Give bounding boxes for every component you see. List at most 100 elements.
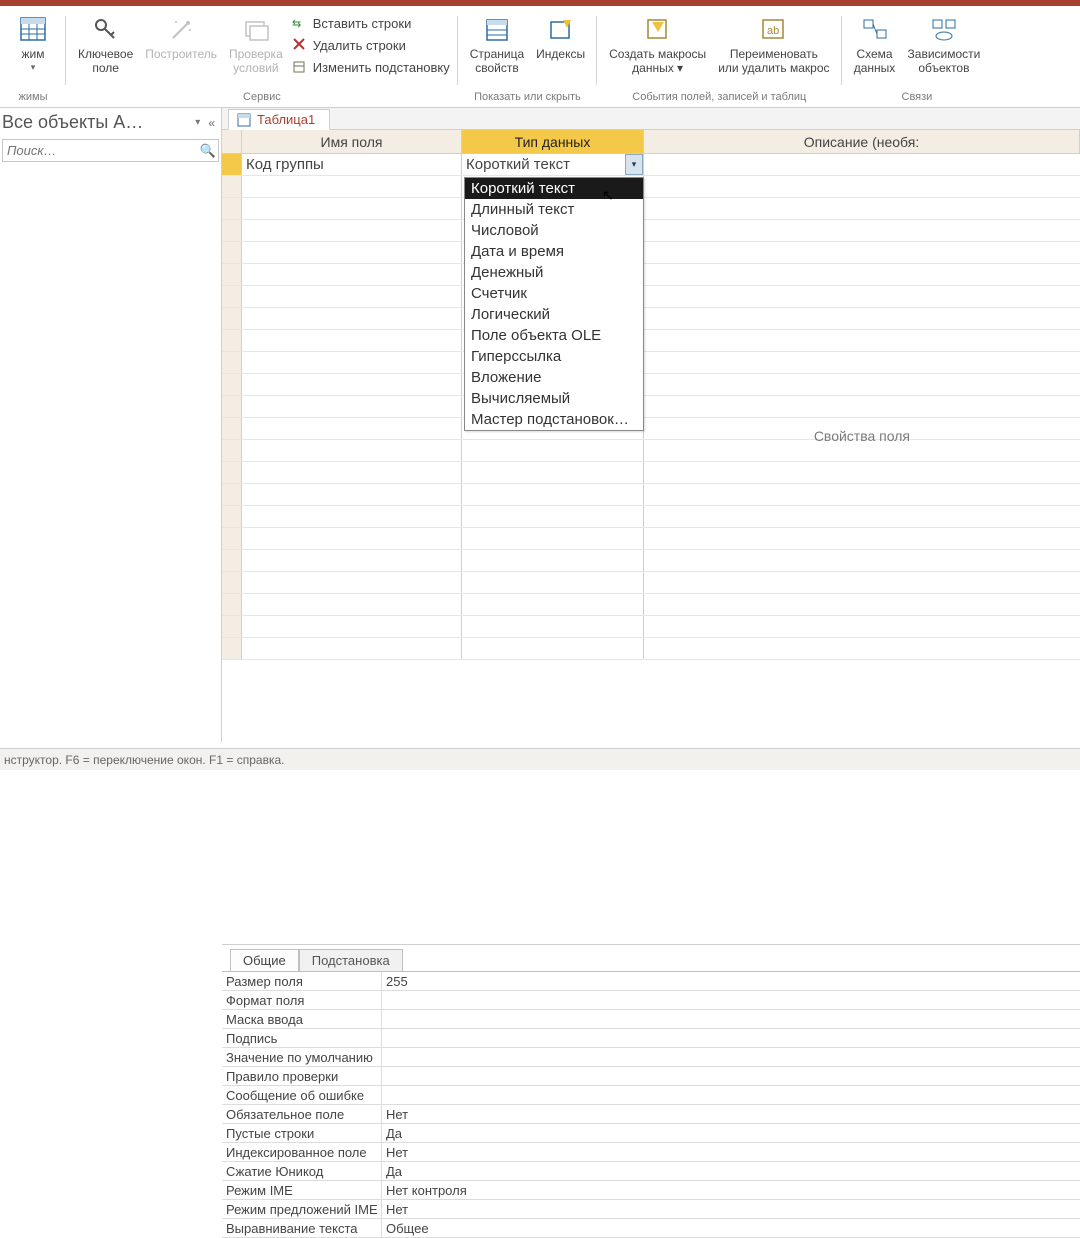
nav-pane-title[interactable]: Все объекты А… bbox=[2, 112, 191, 133]
datatype-dropdown[interactable]: Короткий текстДлинный текстЧисловойДата … bbox=[464, 177, 644, 431]
datatype-option[interactable]: Поле объекта OLE bbox=[465, 325, 643, 346]
col-header-desc[interactable]: Описание (необя: bbox=[644, 130, 1080, 154]
field-name-cell[interactable] bbox=[242, 484, 462, 505]
property-value[interactable]: 255 bbox=[382, 972, 1080, 990]
field-name-cell[interactable] bbox=[242, 374, 462, 395]
property-value[interactable]: Нет bbox=[382, 1105, 1080, 1123]
datatype-option[interactable]: Мастер подстановок… bbox=[465, 409, 643, 430]
field-row-empty[interactable] bbox=[222, 638, 1080, 660]
property-value[interactable] bbox=[382, 1048, 1080, 1066]
row-selector[interactable] bbox=[222, 484, 242, 505]
field-name-cell[interactable] bbox=[242, 528, 462, 549]
row-selector[interactable] bbox=[222, 528, 242, 549]
property-value[interactable]: Общее bbox=[382, 1219, 1080, 1237]
field-desc-cell[interactable] bbox=[644, 374, 1080, 395]
field-name-cell[interactable] bbox=[242, 572, 462, 593]
row-selector[interactable] bbox=[222, 506, 242, 527]
field-row-empty[interactable] bbox=[222, 308, 1080, 330]
rename-delete-macro-button[interactable]: ab Переименовать или удалить макрос bbox=[714, 12, 833, 78]
row-selector[interactable] bbox=[222, 374, 242, 395]
insert-rows-button[interactable]: ⇆Вставить строки bbox=[291, 14, 450, 32]
field-name-cell[interactable] bbox=[242, 440, 462, 461]
property-value[interactable] bbox=[382, 1010, 1080, 1028]
field-name-cell[interactable] bbox=[242, 352, 462, 373]
field-type-cell[interactable] bbox=[462, 484, 644, 505]
field-name-cell[interactable] bbox=[242, 550, 462, 571]
row-selector[interactable] bbox=[222, 550, 242, 571]
field-row-empty[interactable] bbox=[222, 198, 1080, 220]
property-row[interactable]: Выравнивание текстаОбщее bbox=[222, 1219, 1080, 1238]
modify-lookups-button[interactable]: Изменить подстановку bbox=[291, 58, 450, 76]
property-value[interactable] bbox=[382, 1029, 1080, 1047]
field-name-cell[interactable]: Код группы bbox=[242, 154, 462, 175]
field-type-cell[interactable]: Короткий текст▾ bbox=[462, 154, 644, 175]
type-dropdown-arrow[interactable]: ▾ bbox=[625, 154, 643, 175]
field-type-cell[interactable] bbox=[462, 616, 644, 637]
row-selector-header[interactable] bbox=[222, 130, 242, 154]
field-name-cell[interactable] bbox=[242, 594, 462, 615]
datatype-option[interactable]: Счетчик bbox=[465, 283, 643, 304]
tab-general[interactable]: Общие bbox=[230, 949, 299, 971]
field-desc-cell[interactable] bbox=[644, 462, 1080, 483]
row-selector[interactable] bbox=[222, 198, 242, 219]
field-row-empty[interactable] bbox=[222, 484, 1080, 506]
property-row[interactable]: Обязательное полеНет bbox=[222, 1105, 1080, 1124]
row-selector[interactable] bbox=[222, 572, 242, 593]
tab-lookup[interactable]: Подстановка bbox=[299, 949, 403, 971]
indexes-button[interactable]: Индексы bbox=[532, 12, 589, 78]
create-data-macros-button[interactable]: Создать макросы данных ▾ bbox=[605, 12, 710, 78]
field-row-empty[interactable] bbox=[222, 440, 1080, 462]
row-selector[interactable] bbox=[222, 616, 242, 637]
property-value[interactable]: Да bbox=[382, 1162, 1080, 1180]
row-selector[interactable] bbox=[222, 418, 242, 439]
delete-rows-button[interactable]: Удалить строки bbox=[291, 36, 450, 54]
col-header-type[interactable]: Тип данных bbox=[462, 130, 644, 154]
field-name-cell[interactable] bbox=[242, 638, 462, 659]
row-selector[interactable] bbox=[222, 462, 242, 483]
field-name-cell[interactable] bbox=[242, 418, 462, 439]
field-desc-cell[interactable] bbox=[644, 550, 1080, 571]
row-selector[interactable] bbox=[222, 154, 242, 175]
row-selector[interactable] bbox=[222, 220, 242, 241]
field-row-empty[interactable] bbox=[222, 572, 1080, 594]
property-row[interactable]: Пустые строкиДа bbox=[222, 1124, 1080, 1143]
field-name-cell[interactable] bbox=[242, 396, 462, 417]
datatype-option[interactable]: Логический bbox=[465, 304, 643, 325]
field-row-empty[interactable] bbox=[222, 242, 1080, 264]
property-value[interactable]: Нет bbox=[382, 1200, 1080, 1218]
row-selector[interactable] bbox=[222, 242, 242, 263]
property-row[interactable]: Сообщение об ошибке bbox=[222, 1086, 1080, 1105]
field-type-cell[interactable] bbox=[462, 462, 644, 483]
datatype-option[interactable]: Вычисляемый bbox=[465, 388, 643, 409]
field-row-empty[interactable] bbox=[222, 506, 1080, 528]
view-mode-button[interactable]: жим bbox=[8, 12, 58, 75]
property-value[interactable]: Да bbox=[382, 1124, 1080, 1142]
nav-pane-collapse-icon[interactable]: « bbox=[204, 116, 219, 130]
field-desc-cell[interactable] bbox=[644, 220, 1080, 241]
field-type-cell[interactable] bbox=[462, 638, 644, 659]
field-desc-cell[interactable] bbox=[644, 484, 1080, 505]
search-icon[interactable]: 🔍 bbox=[198, 140, 218, 161]
row-selector[interactable] bbox=[222, 638, 242, 659]
field-row-empty[interactable] bbox=[222, 396, 1080, 418]
row-selector[interactable] bbox=[222, 264, 242, 285]
nav-pane-dropdown-icon[interactable]: ▾ bbox=[191, 117, 204, 128]
field-desc-cell[interactable] bbox=[644, 352, 1080, 373]
row-selector[interactable] bbox=[222, 396, 242, 417]
datatype-option[interactable]: Числовой bbox=[465, 220, 643, 241]
field-row-empty[interactable] bbox=[222, 616, 1080, 638]
field-row-empty[interactable] bbox=[222, 418, 1080, 440]
field-type-cell[interactable] bbox=[462, 550, 644, 571]
property-row[interactable]: Значение по умолчанию bbox=[222, 1048, 1080, 1067]
field-name-cell[interactable] bbox=[242, 176, 462, 197]
field-name-cell[interactable] bbox=[242, 198, 462, 219]
field-row-empty[interactable] bbox=[222, 374, 1080, 396]
field-name-cell[interactable] bbox=[242, 286, 462, 307]
field-type-cell[interactable] bbox=[462, 506, 644, 527]
field-name-cell[interactable] bbox=[242, 242, 462, 263]
col-header-name[interactable]: Имя поля bbox=[242, 130, 462, 154]
field-desc-cell[interactable] bbox=[644, 198, 1080, 219]
property-row[interactable]: Подпись bbox=[222, 1029, 1080, 1048]
field-name-cell[interactable] bbox=[242, 220, 462, 241]
row-selector[interactable] bbox=[222, 330, 242, 351]
